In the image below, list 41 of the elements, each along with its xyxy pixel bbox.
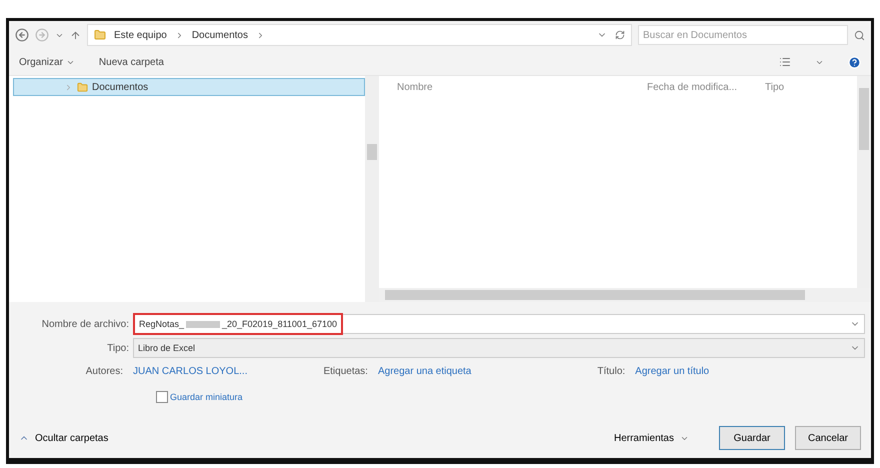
filename-field[interactable]: RegNotas_ _20_F02019_811001_67100 (133, 314, 865, 334)
type-label: Tipo: (106, 342, 130, 354)
filename-text: RegNotas_ (139, 319, 184, 329)
nav-item[interactable]: Documentos (13, 78, 365, 96)
type-value: Libro de Excel (138, 343, 196, 353)
tools-button[interactable]: Herramientas (614, 432, 689, 444)
blurred-text (186, 320, 220, 328)
thumbnail-checkbox[interactable]: Guardar miniatura (156, 391, 871, 403)
organize-button[interactable]: Organizar (19, 56, 75, 68)
back-icon[interactable] (15, 28, 29, 42)
breadcrumb[interactable]: Este equipo (114, 30, 167, 40)
title-label: Título: (597, 366, 626, 377)
type-dropdown[interactable]: Libro de Excel (133, 338, 865, 358)
cancel-button[interactable]: Cancelar (795, 426, 861, 450)
address-bar[interactable]: Este equipo Documentos (87, 24, 632, 46)
refresh-icon[interactable] (615, 30, 625, 40)
folder-icon (94, 29, 106, 41)
column-header[interactable]: Nombre (397, 82, 647, 92)
column-header[interactable]: Fecha de modifica... (647, 82, 765, 92)
new-folder-button[interactable]: Nueva carpeta (98, 56, 164, 68)
scrollbar[interactable] (379, 288, 871, 302)
folder-icon (77, 82, 88, 92)
expand-icon (64, 82, 73, 92)
authors-link[interactable]: JUAN CARLOS LOYOL... (133, 366, 248, 377)
scrollbar[interactable] (365, 76, 379, 302)
search-icon[interactable] (854, 30, 865, 40)
filename-label: Nombre de archivo: (40, 318, 130, 330)
help-icon[interactable] (848, 56, 861, 68)
column-header[interactable]: Tipo (765, 82, 825, 92)
breadcrumb[interactable]: Documentos (192, 30, 248, 40)
authors-label: Autores: (84, 366, 124, 377)
hide-folders-button[interactable]: Ocultar carpetas (19, 432, 108, 444)
search-field[interactable]: Buscar en Documentos (638, 25, 848, 45)
scrollbar[interactable] (857, 76, 871, 288)
tags-label: Etiquetas: (323, 366, 369, 377)
up-arrow-icon[interactable] (70, 30, 81, 40)
filename-text: _20_F02019_811001_67100 (222, 319, 337, 329)
title-link[interactable]: Agregar un título (635, 366, 710, 377)
nav-label: Documentos (92, 82, 148, 92)
save-button[interactable]: Guardar (719, 426, 785, 450)
tags-link[interactable]: Agregar una etiqueta (378, 366, 472, 377)
